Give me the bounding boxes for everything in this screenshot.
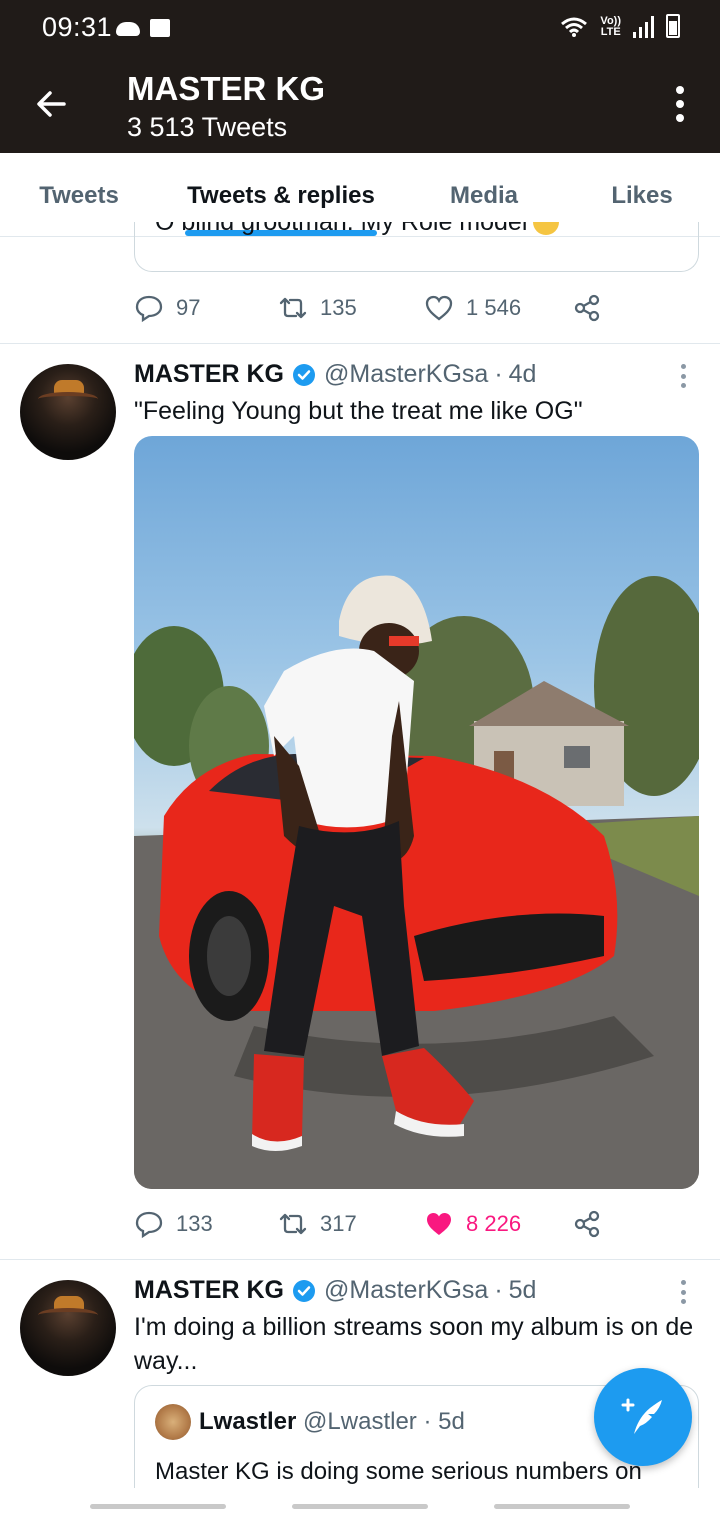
like-count: 8 226 (466, 1211, 522, 1236)
tab-tweets-and-replies-label: Tweets & replies (187, 182, 375, 209)
share-button[interactable] (572, 1209, 602, 1239)
reply-icon (135, 1211, 163, 1239)
tweet-author-name[interactable]: MASTER KG (134, 1276, 284, 1305)
retweet-button[interactable]: 135 (278, 293, 424, 323)
quoted-avatar (155, 1404, 191, 1440)
tab-likes-label: Likes (611, 182, 673, 209)
folder-icon (150, 19, 170, 37)
verified-badge-icon (293, 363, 315, 386)
reply-button[interactable]: 97 (134, 293, 278, 323)
wifi-icon (561, 17, 588, 37)
heart-icon (425, 295, 453, 321)
tweet-separator: · (494, 360, 503, 388)
share-icon (574, 1210, 600, 1238)
compose-feather-icon (621, 1398, 662, 1434)
reply-count: 133 (176, 1211, 213, 1236)
compose-tweet-button[interactable] (594, 1368, 692, 1466)
quoted-separator: · (423, 1408, 432, 1435)
quoted-author-name: Lwastler (199, 1408, 297, 1435)
tab-tweets-label: Tweets (39, 182, 119, 209)
tweet-divider (0, 343, 720, 344)
tweet-timestamp[interactable]: 5d (509, 1276, 537, 1305)
tweet-separator: · (494, 1276, 503, 1304)
retweet-icon (279, 1213, 307, 1235)
nav-recents-button[interactable] (90, 1504, 226, 1509)
retweet-button[interactable]: 317 (278, 1209, 424, 1239)
reply-icon (135, 295, 163, 323)
reply-button[interactable]: 133 (134, 1209, 278, 1239)
quoted-tweet-text: Master KG is doing some serious numbers … (155, 1458, 642, 1485)
profile-name-title: MASTER KG (127, 70, 325, 107)
quoted-timestamp: 5d (438, 1408, 465, 1435)
retweet-count: 135 (320, 295, 357, 320)
tweet-photo[interactable] (134, 436, 699, 1189)
tweet-count: 3 513 Tweets (127, 112, 288, 142)
quoted-tweet-header: Lwastler @Lwastler · 5d (199, 1408, 465, 1436)
share-button[interactable] (572, 293, 602, 323)
tweet-actions: 133 317 8 226 (134, 1204, 634, 1244)
tweet-divider (0, 1259, 720, 1260)
tweet-header: MASTER KG @MasterKGsa · 4d (134, 360, 536, 389)
quoted-tweet-remnant-text-wrap: O blind grootman. My Role model (155, 222, 560, 237)
cloud-icon (116, 22, 140, 36)
tweet-author-name[interactable]: MASTER KG (134, 360, 284, 389)
tweet-header: MASTER KG @MasterKGsa · 5d (134, 1276, 536, 1305)
like-button[interactable]: 8 226 (424, 1209, 572, 1239)
tweet-more-icon[interactable] (681, 1280, 687, 1304)
quoted-tweet-remnant-text: O blind grootman. My Role model (155, 222, 528, 236)
signal-icon (633, 16, 654, 38)
back-arrow-icon[interactable] (32, 84, 72, 124)
photo-illustration (134, 575, 699, 1189)
status-icons-right: Vo)) LTE (560, 14, 680, 38)
status-icons-left (116, 16, 170, 37)
avatar[interactable] (20, 1280, 116, 1376)
like-count: 1 546 (466, 295, 522, 320)
tweet-author-handle[interactable]: @MasterKGsa (324, 360, 488, 389)
quoted-tweet-remnant[interactable]: O blind grootman. My Role model (134, 222, 699, 272)
tweet-actions: 97 135 1 546 (134, 288, 634, 328)
nav-back-button[interactable] (494, 1504, 630, 1509)
tweet-text: "Feeling Young but the treat me like OG" (134, 397, 583, 425)
retweet-count: 317 (320, 1211, 357, 1236)
heart-filled-icon (427, 1213, 451, 1235)
reply-count: 97 (176, 295, 201, 320)
more-options-icon[interactable] (674, 86, 686, 122)
tweet-timestamp[interactable]: 4d (509, 360, 537, 389)
lte-label: LTE (600, 26, 621, 38)
tweet-text: I'm doing a billion streams soon my albu… (134, 1313, 694, 1375)
quoted-author-handle: @Lwastler (303, 1408, 417, 1435)
status-time: 09:31 (42, 12, 113, 42)
like-button[interactable]: 1 546 (424, 293, 572, 323)
status-bar: 09:31 Vo)) LTE (0, 0, 720, 56)
tweet-author-handle[interactable]: @MasterKGsa (324, 1276, 488, 1305)
system-navigation-bar (0, 1488, 720, 1520)
battery-icon (666, 14, 680, 38)
tweet-more-icon[interactable] (681, 364, 687, 388)
network-type-label: Vo)) LTE (600, 16, 621, 38)
nav-home-button[interactable] (292, 1504, 428, 1509)
profile-header: MASTER KG 3 513 Tweets (0, 56, 720, 153)
emoji-icon (533, 222, 560, 235)
avatar[interactable] (20, 364, 116, 460)
tab-media-label: Media (449, 182, 518, 209)
verified-badge-icon (293, 1279, 315, 1302)
retweet-icon (279, 297, 307, 319)
share-icon (574, 294, 600, 322)
